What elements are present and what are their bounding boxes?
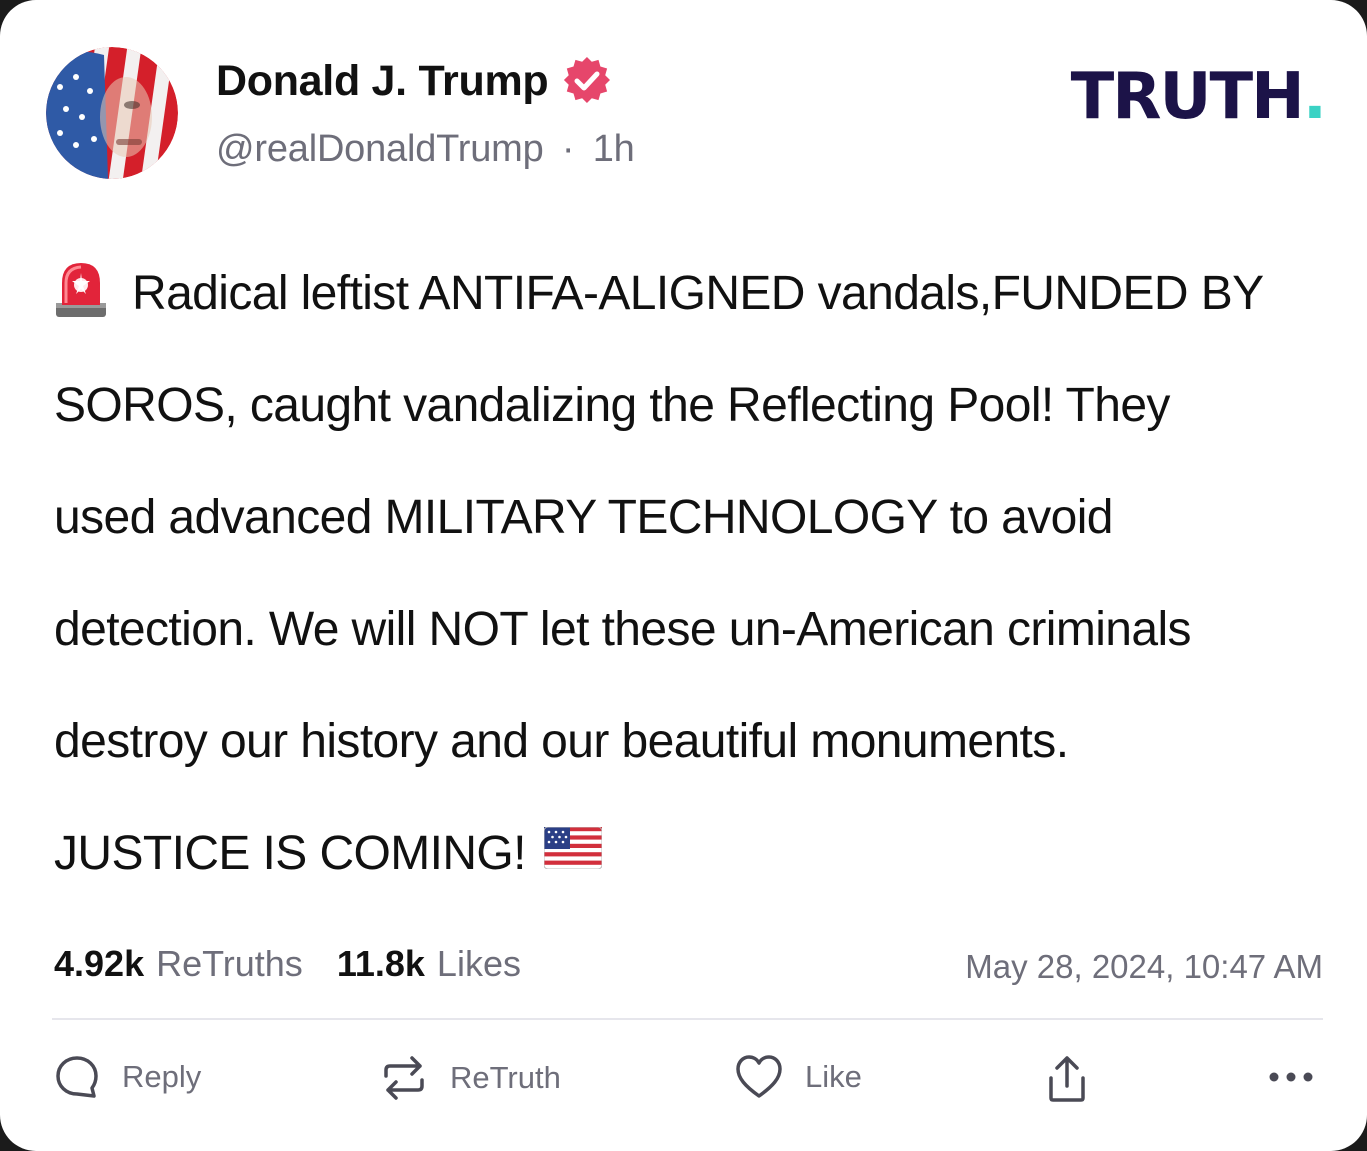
retruths-stat[interactable]: 4.92k ReTruths: [54, 943, 303, 985]
more-options-button[interactable]: [1268, 1070, 1314, 1084]
us-flag-icon: [543, 827, 602, 869]
like-button[interactable]: Like: [735, 1054, 862, 1100]
post-line: used advanced MILITARY TECHNOLOGY to avo…: [54, 491, 1114, 544]
truth-logo: TRUTH.: [1070, 60, 1327, 134]
author-handle[interactable]: @realDonaldTrump: [216, 128, 544, 170]
divider: [52, 1018, 1323, 1020]
retruth-label: ReTruth: [450, 1060, 561, 1095]
logo-dot: .: [1302, 60, 1327, 134]
author-name[interactable]: Donald J. Trump: [216, 57, 549, 106]
more-icon: [1268, 1070, 1314, 1084]
meta-separator: ·: [561, 128, 575, 170]
avatar[interactable]: [46, 47, 178, 179]
likes-stat[interactable]: 11.8k Likes: [337, 943, 521, 985]
verified-badge-icon: [562, 56, 612, 106]
post-line-text: Radical leftist ANTIFA-ALIGNED vandals,F…: [132, 267, 1264, 320]
post-card: Donald J. Trump @realDonaldTrump · 1h TR…: [0, 0, 1367, 1151]
retruths-count: 4.92k: [54, 943, 145, 984]
likes-count: 11.8k: [336, 943, 425, 984]
likes-label: Likes: [436, 943, 521, 984]
author-row: Donald J. Trump: [216, 56, 612, 106]
reply-icon: [54, 1054, 100, 1100]
avatar-image: [46, 47, 178, 179]
heart-icon: [735, 1054, 783, 1100]
post-body: Radical leftist ANTIFA-ALIGNED vandals,F…: [54, 238, 1324, 910]
engagement-stats: 4.92k ReTruths 11.8k Likes: [54, 943, 521, 985]
handle-row: @realDonaldTrump · 1h: [216, 128, 635, 171]
like-label: Like: [805, 1059, 862, 1094]
retruth-button[interactable]: ReTruth: [380, 1054, 561, 1102]
post-line: destroy our history and our beautiful mo…: [54, 715, 1069, 768]
post-line: SOROS, caught vandalizing the Reflecting…: [54, 379, 1170, 432]
retruth-icon: [380, 1054, 428, 1102]
relative-time: 1h: [592, 128, 635, 170]
reply-label: Reply: [122, 1059, 202, 1094]
post-line: Radical leftist ANTIFA-ALIGNED vandals,F…: [54, 238, 1324, 350]
retruths-label: ReTruths: [156, 943, 303, 984]
post-timestamp: May 28, 2024, 10:47 AM: [965, 948, 1323, 985]
share-icon: [1045, 1054, 1089, 1104]
post-line-text: JUSTICE IS COMING!: [54, 827, 527, 880]
share-button[interactable]: [1045, 1054, 1089, 1104]
logo-text: TRUTH: [1070, 60, 1305, 134]
siren-icon: [54, 259, 108, 319]
post-line: JUSTICE IS COMING!: [54, 798, 1324, 910]
reply-button[interactable]: Reply: [54, 1054, 201, 1100]
post-line: detection. We will NOT let these un-Amer…: [54, 603, 1192, 656]
